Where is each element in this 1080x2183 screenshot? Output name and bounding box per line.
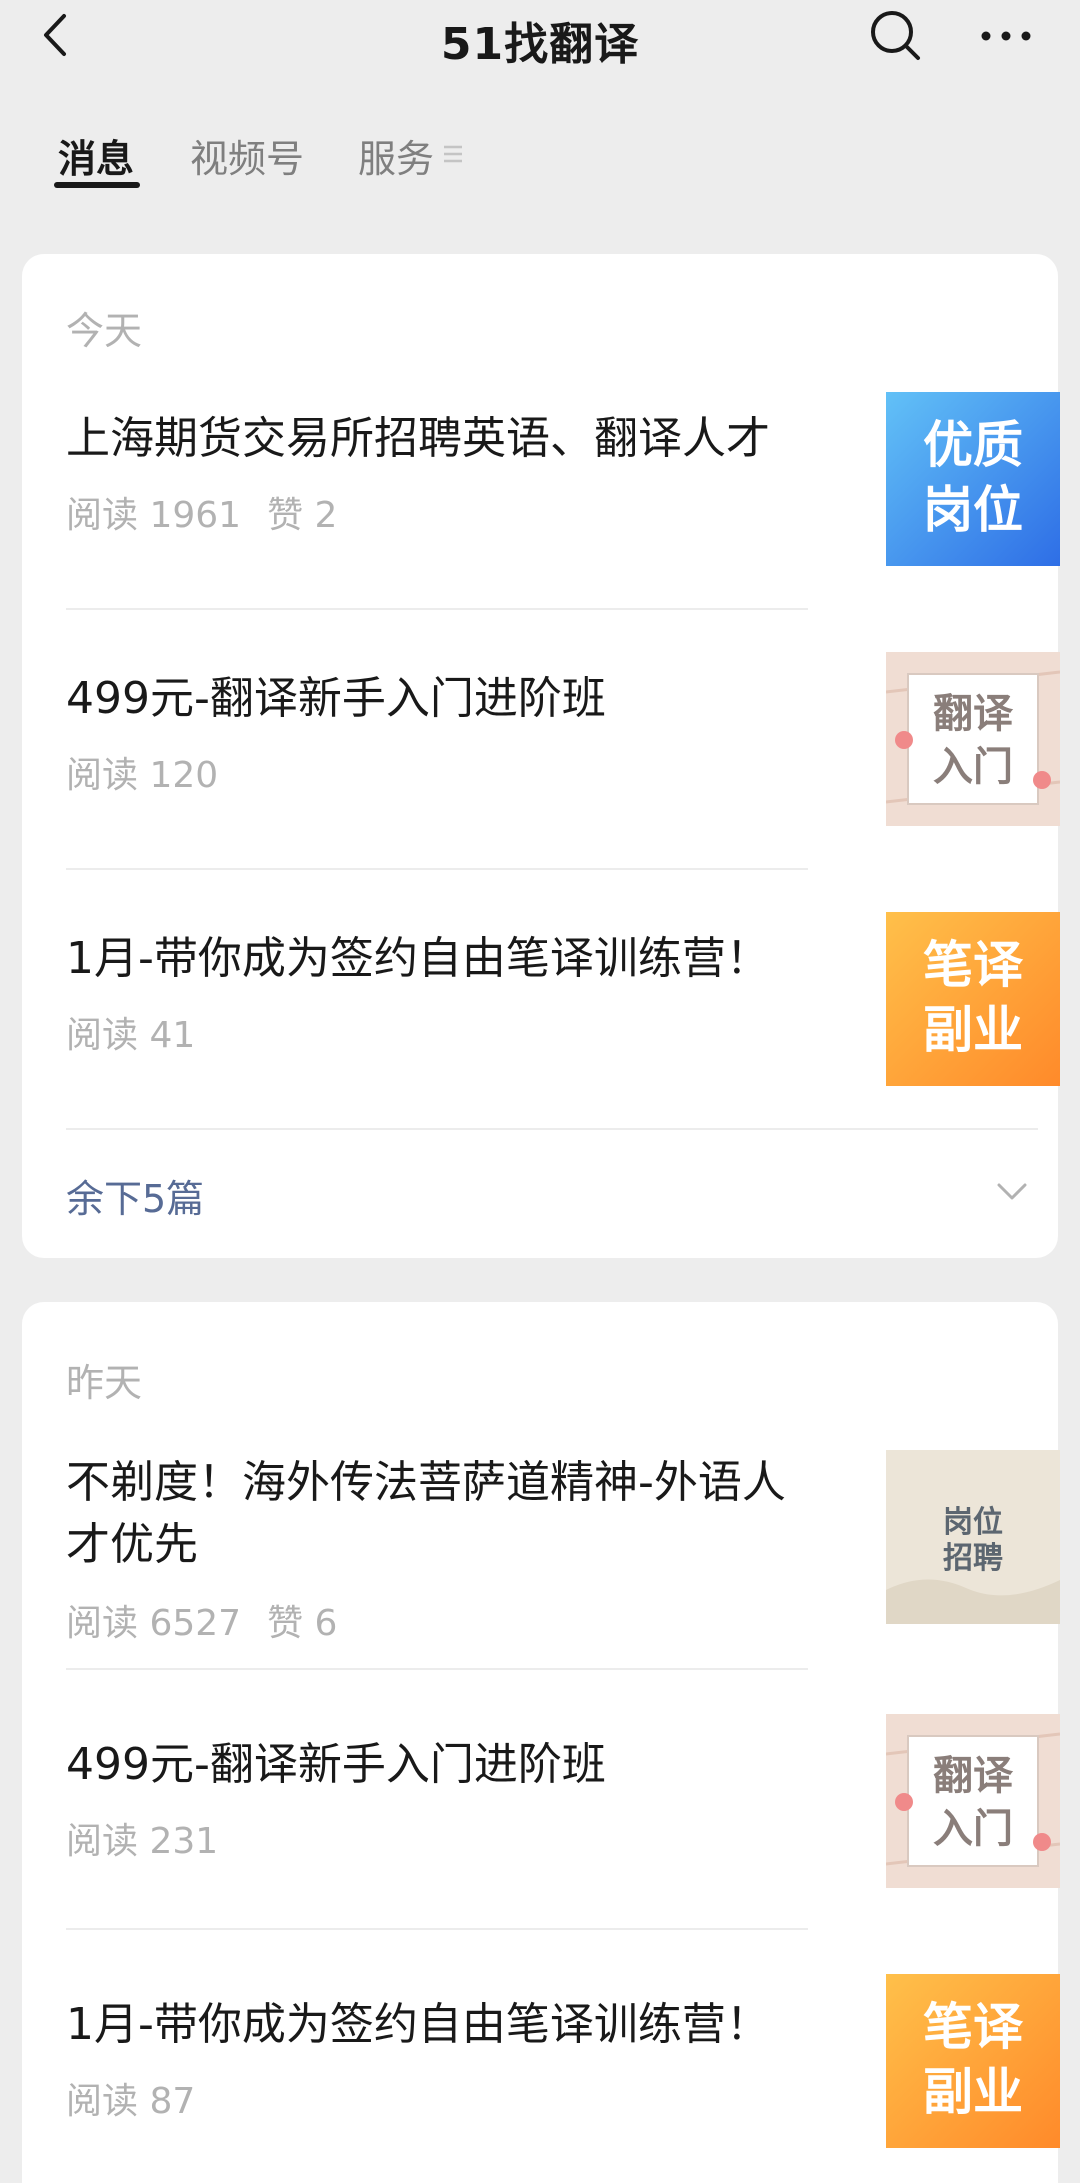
thumb-text: 入门 [933,1806,1013,1852]
read-count: 阅读 41 [66,1015,196,1056]
article-thumbnail: 优质 岗位 [886,392,1060,566]
article-title: 499元-翻译新手入门进阶班 [66,1739,606,1790]
article-item[interactable]: 499元-翻译新手入门进阶班 阅读 231 翻译 入门 [66,1714,1060,1888]
like-count: 赞 2 [267,495,338,536]
expand-more-row[interactable]: 余下5篇 [66,1144,1038,1244]
active-tab-indicator [54,182,140,188]
article-meta: 阅读 6527 赞 6 [66,1594,363,1646]
thumb-text: 笔译 [923,936,1024,994]
thumb-text: 优质 [923,416,1023,474]
remaining-articles-link[interactable]: 余下5篇 [66,1168,204,1223]
article-thumbnail: 翻译 入门 [886,652,1060,826]
divider [66,868,808,870]
article-item[interactable]: 1月-带你成为签约自由笔译训练营！ 阅读 41 笔译 副业 [66,912,1060,1086]
divider [66,1128,1038,1130]
thumb-text: 副业 [923,2063,1023,2121]
article-title: 不剃度！海外传法菩萨道精神-外语人才优先 [66,1457,786,1570]
article-title: 1月-带你成为签约自由笔译训练营！ [66,1999,770,2050]
tab-messages[interactable]: 消息 [58,128,134,183]
article-item[interactable]: 上海期货交易所招聘英语、翻译人才 阅读 1961 赞 2 优质 岗位 [66,392,1060,566]
divider [66,1928,808,1930]
like-count: 赞 6 [267,1603,338,1644]
date-label: 昨天 [66,1361,143,1405]
article-title: 上海期货交易所招聘英语、翻译人才 [66,413,770,464]
thumb-text: 招聘 [943,1541,1003,1576]
date-label: 今天 [66,309,143,353]
tab-channels[interactable]: 视频号 [190,128,304,183]
article-thumbnail: 笔译 副业 [886,1974,1060,2148]
search-icon[interactable] [868,8,924,64]
thumb-text: 岗位 [943,1505,1003,1540]
article-title: 499元-翻译新手入门进阶班 [66,673,606,724]
message-group-yesterday: 昨天 不剃度！海外传法菩萨道精神-外语人才优先 阅读 6527 赞 6 岗位 招聘… [22,1302,1060,2183]
read-count: 阅读 87 [66,2081,196,2122]
thumb-text: 翻译 [933,691,1014,737]
read-count: 阅读 1961 [66,495,242,536]
message-group-today: 今天 上海期货交易所招聘英语、翻译人才 阅读 1961 赞 2 优质 岗位 499… [22,254,1060,1258]
thumb-text: 翻译 [933,1753,1014,1799]
article-meta: 阅读 87 [66,2072,221,2124]
article-item[interactable]: 不剃度！海外传法菩萨道精神-外语人才优先 阅读 6527 赞 6 岗位 招聘 [66,1450,1060,1660]
article-meta: 阅读 231 [66,1812,244,1864]
article-title: 1月-带你成为签约自由笔译训练营！ [66,933,770,984]
read-count: 阅读 120 [66,755,219,796]
read-count: 阅读 231 [66,1821,219,1862]
article-thumbnail: 岗位 招聘 [886,1450,1060,1624]
top-bar: 51找翻译 [0,0,1080,80]
chevron-down-icon [996,1180,1028,1204]
divider [66,1668,808,1670]
tab-services[interactable]: 服务 [358,128,434,183]
thumb-text: 岗位 [923,481,1023,539]
thumb-text: 入门 [933,744,1013,790]
more-icon[interactable] [976,12,1036,60]
read-count: 阅读 6527 [66,1603,242,1644]
article-meta: 阅读 1961 赞 2 [66,486,363,538]
thumb-text: 副业 [923,1001,1023,1059]
article-item[interactable]: 499元-翻译新手入门进阶班 阅读 120 翻译 入门 [66,652,1060,826]
article-item[interactable]: 1月-带你成为签约自由笔译训练营！ 阅读 87 笔译 副业 [66,1974,1060,2148]
article-thumbnail: 翻译 入门 [886,1714,1060,1888]
article-thumbnail: 笔译 副业 [886,912,1060,1086]
thumb-text: 笔译 [923,1998,1024,2056]
article-meta: 阅读 120 [66,746,244,798]
menu-icon[interactable] [442,142,464,166]
divider [66,608,808,610]
article-meta: 阅读 41 [66,1006,221,1058]
tab-bar: 消息 视频号 服务 [0,110,1080,200]
